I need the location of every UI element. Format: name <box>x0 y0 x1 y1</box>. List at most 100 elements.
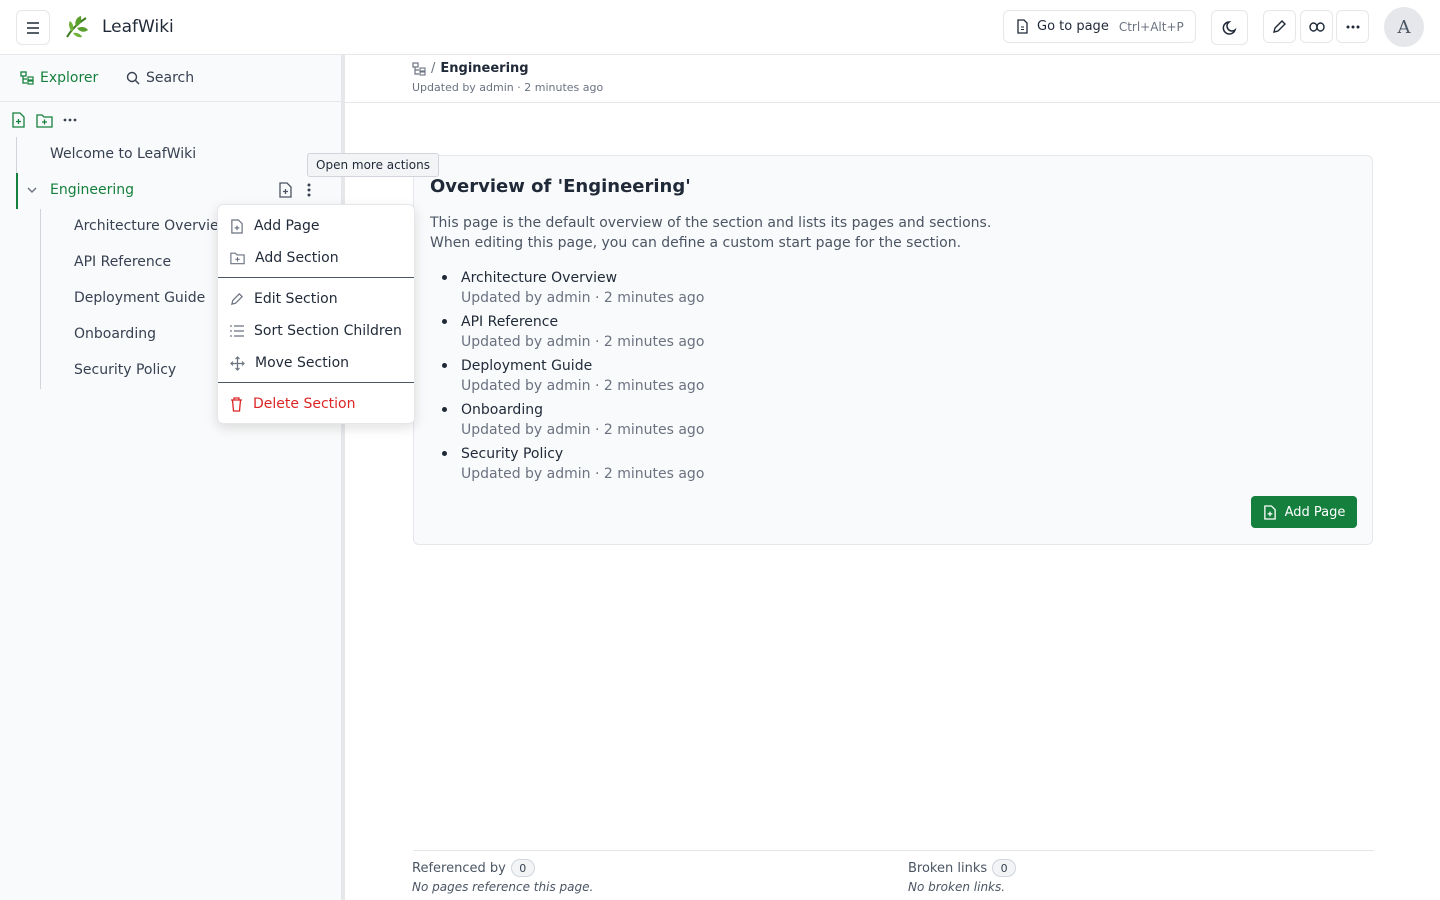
tree-item-welcome[interactable]: Welcome to LeafWiki <box>50 146 196 162</box>
page-meta: Updated by admin · 2 minutes ago <box>461 466 705 482</box>
sidebar-tabs: Explorer Search <box>0 55 342 102</box>
page-link[interactable]: Security Policy <box>461 444 1330 464</box>
more-actions-button[interactable] <box>1336 10 1369 43</box>
edit-page-button[interactable] <box>1263 10 1296 43</box>
section-description: This page is the default overview of the… <box>430 213 1330 253</box>
menu-item-label: Add Page <box>254 218 320 234</box>
add-page-button[interactable]: Add Page <box>1251 496 1357 528</box>
tree-item-security-policy[interactable]: Security Policy <box>74 362 176 378</box>
tree-icon <box>20 71 34 85</box>
breadcrumb: / Engineering <box>412 61 529 76</box>
page-meta: Updated by admin · 2 minutes ago <box>461 290 705 306</box>
list-icon <box>230 325 244 337</box>
page-meta: Updated by admin · 2 minutes ago <box>461 422 705 438</box>
engineering-actions <box>278 182 311 198</box>
menu-item-delete-section[interactable]: Delete Section <box>230 394 355 414</box>
go-to-page-shortcut: Ctrl+Alt+P <box>1118 19 1184 34</box>
trash-icon <box>231 396 242 412</box>
header-divider <box>345 102 1440 103</box>
page-title: Overview of 'Engineering' <box>430 176 691 197</box>
folder-plus-icon <box>35 113 53 128</box>
tree-item-architecture-overview[interactable]: Architecture Overview <box>74 218 230 234</box>
move-icon <box>230 355 245 371</box>
tooltip: Open more actions <box>307 153 439 177</box>
add-section-tree-button[interactable] <box>35 111 53 129</box>
breadcrumb-current: Engineering <box>440 61 529 76</box>
more-horizontal-icon <box>1346 25 1359 28</box>
menu-button[interactable] <box>16 10 50 45</box>
page-link[interactable]: Onboarding <box>461 400 1330 420</box>
menu-item-label: Add Section <box>255 250 339 266</box>
page-link[interactable]: Architecture Overview <box>461 268 1330 288</box>
page-meta: Updated by admin · 2 minutes ago <box>461 334 705 350</box>
folder-plus-icon <box>230 252 245 265</box>
chevron-down-icon[interactable] <box>27 186 37 194</box>
app-title[interactable]: LeafWiki <box>102 17 174 37</box>
link-icon <box>1308 21 1325 32</box>
page-updated-info: Updated by admin · 2 minutes ago <box>412 81 604 94</box>
referenced-by: Referenced by 0 <box>412 859 535 877</box>
menu-item-label: Move Section <box>255 355 350 371</box>
tree-guide-line-active <box>16 173 18 209</box>
page-link[interactable]: Deployment Guide <box>461 356 1330 376</box>
broken-links-label: Broken links <box>908 860 988 876</box>
menu-item-add-section[interactable]: Add Section <box>230 248 339 268</box>
page-meta: Updated by admin · 2 minutes ago <box>461 378 705 394</box>
menu-item-sort-section-children[interactable]: Sort Section Children <box>230 321 402 341</box>
file-icon <box>1017 19 1028 34</box>
file-plus-icon <box>231 218 243 234</box>
menu-item-move-section[interactable]: Move Section <box>230 353 349 373</box>
tab-explorer-label: Explorer <box>40 70 99 86</box>
menu-separator <box>218 277 414 278</box>
avatar[interactable]: A <box>1384 7 1424 47</box>
menu-icon <box>27 21 39 34</box>
go-to-page-button[interactable]: Go to page Ctrl+Alt+P <box>1003 10 1196 43</box>
tree-item-deployment-guide[interactable]: Deployment Guide <box>74 290 205 306</box>
go-to-page-label: Go to page <box>1037 19 1109 34</box>
broken-links-count: 0 <box>992 859 1017 877</box>
section-pages-list: Architecture Overview Updated by admin · … <box>430 268 1330 488</box>
referenced-by-label: Referenced by <box>412 860 506 876</box>
list-item: Security Policy Updated by admin · 2 minu… <box>430 444 1330 488</box>
tree-actions <box>9 111 79 129</box>
menu-item-label: Edit Section <box>254 291 338 307</box>
menu-item-label: Sort Section Children <box>254 323 402 339</box>
file-plus-icon <box>11 112 25 128</box>
tab-search-label: Search <box>146 70 195 86</box>
footer-divider <box>413 850 1374 851</box>
menu-item-add-page[interactable]: Add Page <box>230 216 319 236</box>
add-page-tree-button[interactable] <box>9 111 27 129</box>
pencil-icon <box>1273 20 1286 33</box>
tree-guide-line-children <box>40 209 41 389</box>
referenced-by-count: 0 <box>510 859 535 877</box>
sidebar-resize-handle[interactable] <box>341 55 345 900</box>
menu-separator <box>218 382 414 383</box>
description-line: When editing this page, you can define a… <box>430 235 962 251</box>
page-link[interactable]: API Reference <box>461 312 1330 332</box>
sidebar: Explorer Search Welcome to LeafWiki Engi… <box>0 55 342 900</box>
tree-item-api-reference[interactable]: API Reference <box>74 254 171 270</box>
tree-more-button[interactable] <box>61 111 79 129</box>
theme-toggle-button[interactable] <box>1211 10 1248 45</box>
copy-link-button[interactable] <box>1300 10 1333 43</box>
more-horizontal-icon <box>63 118 77 122</box>
section-context-menu: Add Page Add Section Edit Section Sort S… <box>217 204 415 424</box>
broken-links: Broken links 0 <box>908 859 1017 877</box>
menu-item-edit-section[interactable]: Edit Section <box>230 289 338 309</box>
more-vertical-icon[interactable] <box>307 183 311 197</box>
search-icon <box>126 71 140 85</box>
file-plus-icon[interactable] <box>278 182 293 198</box>
moon-icon <box>1222 20 1237 35</box>
tree-item-engineering[interactable]: Engineering <box>50 182 134 198</box>
leaf-logo-icon <box>66 16 88 38</box>
broken-links-note: No broken links. <box>908 880 1006 894</box>
tree-item-onboarding[interactable]: Onboarding <box>74 326 156 342</box>
description-line: This page is the default overview of the… <box>430 215 992 231</box>
tab-explorer[interactable]: Explorer <box>20 70 98 86</box>
list-item: API Reference Updated by admin · 2 minute… <box>430 312 1330 356</box>
breadcrumb-separator: / <box>431 61 436 76</box>
tab-search[interactable]: Search <box>126 70 194 86</box>
section-overview-card: Overview of 'Engineering' This page is t… <box>413 155 1373 545</box>
tree-icon[interactable] <box>412 61 426 76</box>
pencil-icon <box>231 293 243 305</box>
